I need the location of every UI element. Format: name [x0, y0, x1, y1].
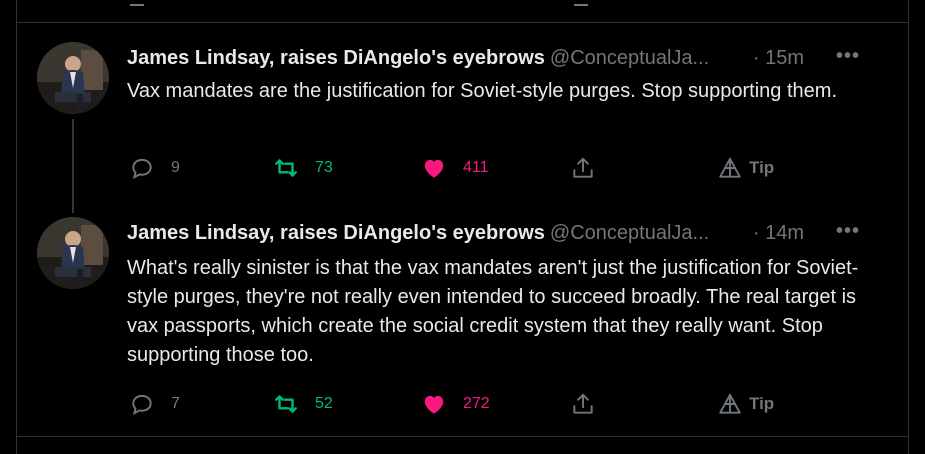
- tip-icon: [719, 393, 741, 414]
- reply-count: 9: [171, 159, 180, 176]
- tip-icon: [719, 157, 741, 178]
- reply-icon: [132, 158, 152, 180]
- share-icon[interactable]: [574, 0, 588, 6]
- retweet-count: 73: [315, 159, 333, 176]
- tip-label: Tip: [749, 394, 775, 413]
- tip-button[interactable]: Tip: [717, 153, 774, 183]
- tweet-header: James Lindsay, raises DiAngelo's eyebrow…: [127, 45, 888, 71]
- author-photo: [37, 217, 109, 289]
- like-button[interactable]: 272: [421, 389, 490, 419]
- tweet-header: James Lindsay, raises DiAngelo's eyebrow…: [127, 220, 888, 246]
- author-name[interactable]: James Lindsay, raises DiAngelo's eyebrow…: [127, 222, 545, 244]
- tweet-text: Vax mandates are the justification for S…: [127, 80, 837, 102]
- timeline-column: James Lindsay, raises DiAngelo's eyebrow…: [16, 0, 909, 454]
- author-handle[interactable]: @ConceptualJa...: [550, 47, 709, 69]
- reply-count: 7: [171, 395, 180, 412]
- share-button[interactable]: [570, 389, 596, 419]
- tip-button[interactable]: Tip: [717, 389, 774, 419]
- retweet-count: 52: [315, 395, 333, 412]
- tip-label: Tip: [749, 158, 775, 177]
- heart-icon: [424, 159, 444, 178]
- author-name[interactable]: James Lindsay, raises DiAngelo's eyebrow…: [127, 47, 545, 69]
- more-options-button[interactable]: •••: [836, 220, 860, 243]
- timestamp[interactable]: · 15m: [753, 47, 804, 70]
- retweet-button[interactable]: 73: [273, 153, 333, 183]
- previous-tweet-remnant: [17, 0, 908, 23]
- reply-icon[interactable]: [130, 0, 144, 6]
- tweet-divider: [17, 436, 908, 437]
- retweet-icon: [275, 159, 297, 177]
- share-icon: [573, 157, 593, 178]
- thread-connector-line: [72, 119, 74, 213]
- timestamp[interactable]: · 14m: [753, 222, 804, 245]
- more-options-button[interactable]: •••: [836, 45, 860, 68]
- author-handle[interactable]: @ConceptualJa...: [550, 222, 709, 244]
- like-count: 272: [463, 395, 490, 412]
- like-button[interactable]: 411: [421, 153, 489, 183]
- retweet-button[interactable]: 52: [273, 389, 333, 419]
- reply-button[interactable]: 9: [129, 153, 180, 183]
- heart-icon: [424, 395, 444, 414]
- retweet-icon: [275, 395, 297, 413]
- author-photo: [37, 42, 109, 114]
- avatar[interactable]: [37, 42, 109, 114]
- reply-button[interactable]: 7: [129, 389, 180, 419]
- share-icon: [573, 393, 593, 414]
- like-count: 411: [463, 159, 489, 176]
- reply-icon: [132, 394, 152, 416]
- avatar[interactable]: [37, 217, 109, 289]
- tweet-text: What's really sinister is that the vax m…: [127, 257, 859, 366]
- share-button[interactable]: [570, 153, 596, 183]
